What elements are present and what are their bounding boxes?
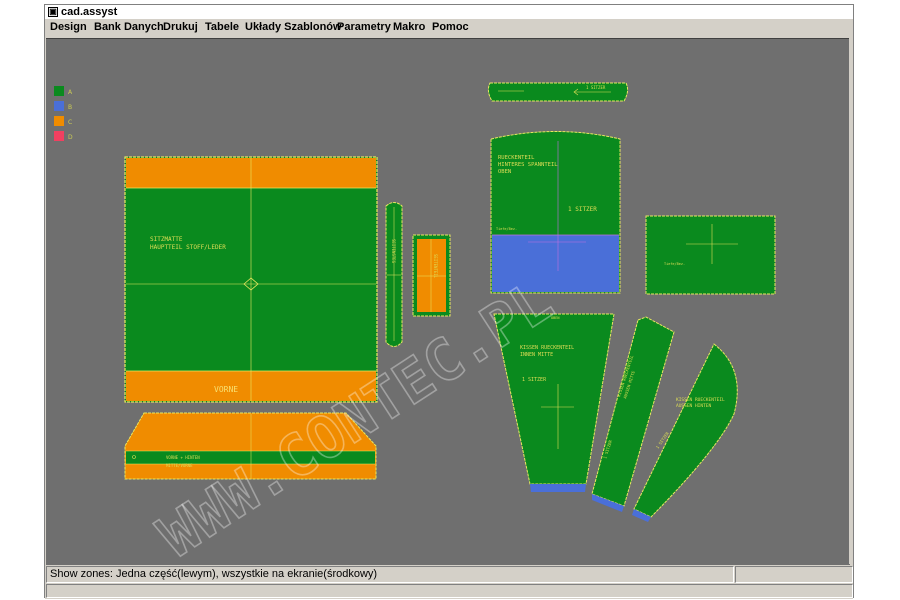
menu-uklady-szablonow[interactable]: Układy Szablonów bbox=[245, 19, 342, 35]
top-strip-label: 1 SITZER bbox=[586, 85, 606, 90]
legend-swatch-a[interactable] bbox=[54, 86, 64, 96]
window-title: cad.assyst bbox=[61, 6, 118, 18]
seat-bottom-label: VORNE bbox=[214, 385, 238, 394]
app-window: ▣ cad.assyst Design Bank Danych Drukuj T… bbox=[44, 4, 854, 599]
seat-label-2: HAUPTTEIL STOFF/LEDER bbox=[150, 244, 226, 251]
menu-bank-danych[interactable]: Bank Danych bbox=[94, 19, 164, 35]
vertical-scrollbar[interactable] bbox=[849, 38, 853, 564]
menu-pomoc[interactable]: Pomoc bbox=[432, 19, 469, 35]
status-message: Show zones: Jedna część(lewym), wszystki… bbox=[46, 566, 734, 583]
menu-parametry[interactable]: Parametry bbox=[337, 19, 391, 35]
strip-label: SEITENSTEG bbox=[391, 239, 396, 264]
small-panel-label: SEITENTEIL bbox=[433, 254, 438, 279]
zone-legend: A B C D bbox=[54, 86, 73, 141]
cushion-sitzer: 1 SITZER bbox=[522, 377, 547, 383]
front-panel-label-2: MITTE/VORNE bbox=[166, 463, 193, 468]
back-panel-label-3: OBEN bbox=[498, 169, 511, 175]
pattern-piece-back-panel[interactable]: RUECKENTEIL HINTERES SPANNTEIL OBEN 1 SI… bbox=[490, 131, 621, 294]
back-panel-sitzer: 1 SITZER bbox=[568, 206, 597, 213]
pattern-piece-seat-main[interactable]: SITZMATTE HAUPTTEIL STOFF/LEDER VORNE bbox=[124, 156, 378, 403]
back-panel-label-1: RUECKENTEIL bbox=[498, 155, 535, 161]
cushion-side-label-1: KISSEN RUECKENTEIL bbox=[676, 397, 725, 403]
legend-label-c: C bbox=[68, 119, 72, 126]
command-line[interactable] bbox=[46, 584, 853, 598]
cushion-label-2: INNEN MITTE bbox=[520, 352, 553, 358]
pattern-piece-side-panel[interactable]: Tiefe/Bez. bbox=[645, 215, 776, 295]
legend-swatch-c[interactable] bbox=[54, 116, 64, 126]
cushion-side-label-2: AUSSEN HINTEN bbox=[676, 403, 712, 409]
legend-label-a: A bbox=[68, 89, 73, 96]
title-bar: ▣ cad.assyst bbox=[45, 5, 853, 19]
status-bar: Show zones: Jedna część(lewym), wszystki… bbox=[45, 565, 853, 599]
window-icon[interactable]: ▣ bbox=[48, 7, 58, 17]
legend-swatch-b[interactable] bbox=[54, 101, 64, 111]
legend-label-b: B bbox=[68, 104, 72, 111]
menu-bar: Design Bank Danych Drukuj Tabele Układy … bbox=[45, 19, 853, 35]
drawing-canvas[interactable]: A B C D SITZMATTE HAUPTTEIL STOFF/LEDER bbox=[46, 38, 850, 572]
pattern-piece-top-strip[interactable]: 1 SITZER bbox=[487, 82, 629, 102]
menu-drukuj[interactable]: Drukuj bbox=[163, 19, 198, 35]
side-panel-label: Tiefe/Bez. bbox=[664, 262, 685, 266]
back-panel-note: Tiefe/Bez. bbox=[496, 227, 517, 231]
pattern-piece-small-panel[interactable]: SEITENTEIL bbox=[412, 234, 451, 317]
menu-tabele[interactable]: Tabele bbox=[205, 19, 239, 35]
back-panel-label-2: HINTERES SPANNTEIL bbox=[498, 162, 558, 168]
menu-makro[interactable]: Makro bbox=[393, 19, 425, 35]
legend-swatch-d[interactable] bbox=[54, 131, 64, 141]
legend-label-d: D bbox=[68, 134, 73, 141]
seat-label-1: SITZMATTE bbox=[150, 236, 183, 243]
front-panel-label-1: VORNE + HINTEN bbox=[166, 455, 200, 460]
menu-design[interactable]: Design bbox=[50, 19, 87, 35]
pattern-piece-narrow-strip[interactable]: SEITENSTEG bbox=[385, 202, 403, 347]
status-cell-right bbox=[735, 566, 853, 583]
